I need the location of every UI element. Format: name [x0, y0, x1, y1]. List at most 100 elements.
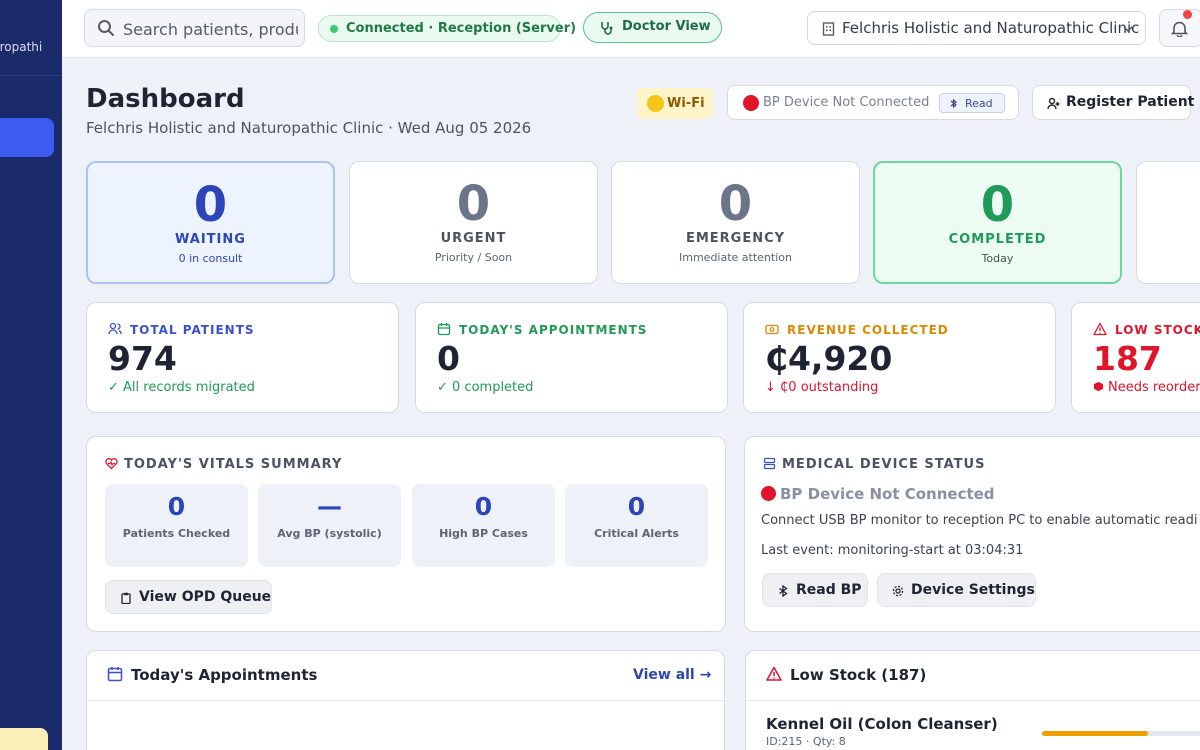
stat-header: TODAY'S APPOINTMENTS [437, 322, 647, 337]
low-stock-title: Low Stock (187) [766, 666, 926, 684]
search-input[interactable] [123, 18, 298, 40]
vital-value: — [317, 492, 342, 521]
stethoscope-icon [601, 22, 613, 35]
money-icon [765, 324, 779, 335]
wifi-badge: Wi-Fi [637, 88, 713, 119]
queue-count: 0 [456, 176, 491, 232]
read-bp-button[interactable]: Read BP [762, 573, 868, 607]
users-icon [108, 322, 122, 335]
low-stock-panel: Low Stock (187) Kennel Oil (Colon Cleans… [745, 650, 1200, 750]
notifications-button[interactable] [1159, 9, 1200, 47]
vital-label: Patients Checked [122, 527, 231, 540]
chevron-down-icon [1123, 26, 1133, 33]
search-box[interactable] [84, 9, 305, 47]
queue-sublabel: Today [981, 252, 1014, 265]
server-icon [763, 457, 776, 470]
bp-status-label: BP Device Not Connected [763, 95, 930, 110]
vital-avg-bp: — Avg BP (systolic) [258, 484, 401, 567]
connection-status: Connected · Reception (Server) [318, 15, 576, 42]
queue-card-urgent[interactable]: 0 URGENT Priority / Soon [349, 161, 598, 284]
vital-label: Avg BP (systolic) [277, 527, 382, 540]
clipboard-icon [121, 592, 131, 604]
heart-pulse-icon [105, 458, 118, 470]
vital-value: 0 [167, 492, 186, 521]
sidebar-brand[interactable]: uropathi [0, 0, 62, 76]
bluetooth-icon [779, 585, 788, 597]
vital-value: 0 [627, 492, 646, 521]
sidebar: uropathi [0, 0, 62, 750]
stat-foot: ✓ 0 completed [437, 380, 534, 395]
page-title: Dashboard [86, 84, 245, 114]
stat-total-patients: TOTAL PATIENTS 974 ✓ All records migrate… [86, 302, 399, 413]
doctor-view-label: Doctor View [622, 19, 711, 34]
appointments-title-label: Today's Appointments [131, 666, 318, 684]
page-subtitle: Felchris Holistic and Naturopathic Clini… [86, 119, 532, 137]
queue-card-completed[interactable]: 0 COMPLETED Today [873, 161, 1122, 284]
topbar: Connected · Reception (Server) Doctor Vi… [62, 0, 1200, 58]
view-opd-queue-button[interactable]: View OPD Queue [105, 580, 272, 614]
vital-high-bp: 0 High BP Cases [412, 484, 555, 567]
bluetooth-icon [950, 98, 957, 109]
stat-label: TODAY'S APPOINTMENTS [459, 323, 648, 337]
queue-label: EMERGENCY [685, 231, 786, 246]
device-settings-button[interactable]: Device Settings [877, 573, 1036, 607]
device-status: BP Device Not Connected [761, 485, 995, 503]
read-bp-label: Read BP [796, 582, 862, 598]
read-bp-small-button[interactable]: Read [939, 93, 1005, 113]
doctor-view-button[interactable]: Doctor View [583, 12, 722, 43]
stat-label: REVENUE COLLECTED [787, 323, 949, 337]
queue-label: URGENT [440, 231, 507, 246]
vitals-summary-title: TODAY'S VITALS SUMMARY [105, 457, 342, 472]
sidebar-footer-badge[interactable] [0, 728, 48, 750]
appointments-title: Today's Appointments [107, 666, 317, 684]
device-description: Connect USB BP monitor to reception PC t… [761, 513, 1198, 528]
view-all-link[interactable]: View all → [633, 667, 711, 683]
queue-card-partial[interactable] [1136, 161, 1200, 284]
vitals-title-label: TODAY'S VITALS SUMMARY [124, 457, 343, 472]
stat-foot-label: Needs reorder [1108, 380, 1200, 395]
box-icon [1093, 381, 1104, 392]
bell-icon [1171, 21, 1188, 37]
read-label: Read [965, 97, 993, 110]
vitals-summary-panel: TODAY'S VITALS SUMMARY 0 Patients Checke… [86, 436, 726, 632]
vital-label: Critical Alerts [594, 527, 679, 540]
calendar-icon [107, 667, 123, 682]
stat-revenue-collected: REVENUE COLLECTED ₵4,920 ↓ ₵0 outstandin… [743, 302, 1056, 413]
bp-status-dot [743, 95, 759, 111]
queue-sublabel: Immediate attention [679, 251, 792, 264]
warning-icon [766, 666, 782, 681]
stat-header: REVENUE COLLECTED [765, 322, 949, 337]
register-patient-button[interactable]: Register Patient [1032, 85, 1194, 120]
medical-device-panel: MEDICAL DEVICE STATUS BP Device Not Conn… [744, 436, 1200, 632]
notification-badge [1183, 10, 1192, 19]
stat-foot: ✓ All records migrated [108, 380, 255, 395]
queue-card-waiting[interactable]: 0 WAITING 0 in consult [86, 161, 335, 284]
stat-value: 187 [1093, 339, 1162, 378]
clinic-select[interactable]: Felchris Holistic and Naturopathic Clini… [807, 11, 1146, 45]
stat-foot: ↓ ₵0 outstanding [765, 380, 879, 395]
stat-value: 0 [437, 339, 460, 378]
connection-label: Connected · Reception (Server) [346, 21, 577, 36]
device-title-label: MEDICAL DEVICE STATUS [782, 457, 986, 472]
stat-value: ₵4,920 [765, 339, 893, 378]
stat-label: TOTAL PATIENTS [130, 323, 255, 337]
brand-name: uropathi [0, 40, 43, 54]
queue-count: 0 [718, 176, 753, 232]
clinic-name: Felchris Holistic and Naturopathic Clini… [842, 19, 1140, 37]
queue-label: COMPLETED [948, 232, 1047, 247]
queue-sublabel: 0 in consult [178, 252, 243, 265]
connection-dot [330, 25, 338, 33]
stat-low-stock: LOW STOCK 187 Needs reorder [1071, 302, 1200, 413]
building-icon [822, 22, 835, 36]
stock-item-name: Kennel Oil (Colon Cleanser) [766, 715, 998, 733]
gear-icon [892, 585, 904, 597]
sidebar-item-dashboard[interactable] [0, 118, 54, 157]
queue-card-emergency[interactable]: 0 EMERGENCY Immediate attention [611, 161, 860, 284]
vital-value: 0 [474, 492, 493, 521]
appointments-divider [87, 700, 726, 701]
warning-icon [1093, 322, 1107, 336]
wifi-label: Wi-Fi [667, 96, 705, 111]
user-plus-icon [1047, 97, 1060, 110]
stock-level-bar [1042, 731, 1200, 736]
device-status-dot [761, 486, 776, 501]
